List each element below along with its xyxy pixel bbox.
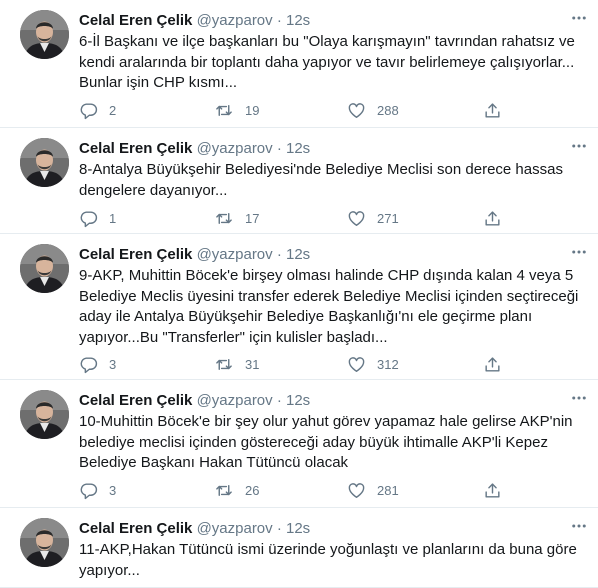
share-icon (483, 355, 502, 374)
avatar[interactable] (20, 390, 69, 439)
author-handle[interactable]: @yazparov (197, 392, 273, 409)
timestamp[interactable]: 12s (286, 12, 310, 29)
tweet-text: 6-İl Başkanı ve ilçe başkanları bu "Olay… (79, 33, 575, 91)
tweet-header: Celal Eren Çelik @yazparov · 12s (79, 11, 310, 30)
tweet[interactable]: Celal Eren Çelik @yazparov · 12s 10-Muhi… (0, 380, 598, 508)
reply-button[interactable]: 1 (79, 208, 116, 228)
heart-icon (347, 101, 366, 120)
retweet-count: 26 (245, 482, 260, 498)
retweet-count: 31 (245, 356, 260, 372)
tweet-text: 9-AKP, Muhittin Böcek'e birşey olması ha… (79, 267, 579, 346)
reply-button[interactable]: 3 (79, 354, 116, 374)
tweet-text: 11-AKP,Hakan Tütüncü ismi üzerinde yoğun… (79, 541, 577, 579)
more-options-button[interactable] (570, 137, 588, 155)
tweet-actions: 3 31 312 (79, 354, 584, 374)
share-button[interactable] (483, 100, 502, 120)
heart-icon (347, 481, 366, 500)
tweet[interactable]: Celal Eren Çelik @yazparov · 12s 8-Antal… (0, 128, 598, 234)
separator-dot: · (276, 520, 282, 537)
reply-button[interactable]: 3 (79, 480, 116, 500)
author-handle[interactable]: @yazparov (197, 140, 273, 157)
share-button[interactable] (483, 354, 502, 374)
more-options-button[interactable] (570, 243, 588, 261)
tweet-text: 10-Muhittin Böcek'e bir şey olur yahut g… (79, 413, 573, 471)
like-count: 312 (377, 356, 399, 372)
like-button[interactable]: 271 (347, 208, 399, 228)
like-count: 288 (377, 102, 399, 118)
more-horizontal-icon (570, 522, 588, 539)
author-handle[interactable]: @yazparov (197, 520, 273, 537)
more-options-button[interactable] (570, 389, 588, 407)
avatar[interactable] (20, 518, 69, 567)
reply-icon (79, 481, 98, 500)
like-button[interactable]: 288 (347, 100, 399, 120)
tweet[interactable]: Celal Eren Çelik @yazparov · 12s 11-AKP,… (0, 508, 598, 588)
retweet-count: 19 (245, 102, 260, 118)
share-icon (483, 101, 502, 120)
separator-dot: · (276, 12, 282, 29)
author-name[interactable]: Celal Eren Çelik (79, 140, 192, 157)
heart-icon (347, 355, 366, 374)
avatar[interactable] (20, 10, 69, 59)
more-horizontal-icon (570, 394, 588, 411)
reply-count: 2 (109, 102, 117, 118)
reply-count: 3 (109, 356, 117, 372)
more-horizontal-icon (570, 14, 588, 31)
tweet-actions: 2 19 288 (79, 100, 584, 120)
author-name[interactable]: Celal Eren Çelik (79, 392, 192, 409)
tweet-actions: 3 26 281 (79, 480, 584, 500)
tweet[interactable]: Celal Eren Çelik @yazparov · 12s 6-İl Ba… (0, 0, 598, 128)
retweet-icon (214, 209, 234, 228)
share-button[interactable] (483, 208, 502, 228)
like-button[interactable]: 312 (347, 354, 399, 374)
tweet[interactable]: Celal Eren Çelik @yazparov · 12s 9-AKP, … (0, 234, 598, 380)
reply-count: 3 (109, 482, 117, 498)
like-count: 281 (377, 482, 399, 498)
retweet-button[interactable]: 31 (214, 354, 259, 374)
retweet-icon (214, 355, 234, 374)
heart-icon (347, 209, 366, 228)
retweet-button[interactable]: 26 (214, 480, 259, 500)
author-handle[interactable]: @yazparov (197, 12, 273, 29)
share-icon (483, 209, 502, 228)
separator-dot: · (276, 140, 282, 157)
reply-icon (79, 209, 98, 228)
tweet-header: Celal Eren Çelik @yazparov · 12s (79, 139, 310, 158)
timestamp[interactable]: 12s (286, 520, 310, 537)
reply-icon (79, 101, 98, 120)
tweet-header: Celal Eren Çelik @yazparov · 12s (79, 391, 310, 410)
retweet-icon (214, 101, 234, 120)
author-name[interactable]: Celal Eren Çelik (79, 12, 192, 29)
share-icon (483, 481, 502, 500)
separator-dot: · (276, 392, 282, 409)
tweet-text: 8-Antalya Büyükşehir Belediyesi'nde Bele… (79, 161, 563, 199)
more-horizontal-icon (570, 248, 588, 265)
retweet-button[interactable]: 19 (214, 100, 259, 120)
share-button[interactable] (483, 480, 502, 500)
author-handle[interactable]: @yazparov (197, 246, 273, 263)
retweet-button[interactable]: 17 (214, 208, 259, 228)
timestamp[interactable]: 12s (286, 392, 310, 409)
tweet-header: Celal Eren Çelik @yazparov · 12s (79, 245, 310, 264)
timeline: Celal Eren Çelik @yazparov · 12s 6-İl Ba… (0, 0, 598, 588)
reply-count: 1 (109, 210, 117, 226)
like-button[interactable]: 281 (347, 480, 399, 500)
timestamp[interactable]: 12s (286, 140, 310, 157)
like-count: 271 (377, 210, 399, 226)
avatar[interactable] (20, 244, 69, 293)
author-name[interactable]: Celal Eren Çelik (79, 520, 192, 537)
separator-dot: · (276, 246, 282, 263)
tweet-header: Celal Eren Çelik @yazparov · 12s (79, 519, 310, 538)
author-name[interactable]: Celal Eren Çelik (79, 246, 192, 263)
retweet-icon (214, 481, 234, 500)
timestamp[interactable]: 12s (286, 246, 310, 263)
more-horizontal-icon (570, 142, 588, 159)
retweet-count: 17 (245, 210, 260, 226)
tweet-actions: 1 17 271 (79, 208, 584, 228)
reply-icon (79, 355, 98, 374)
reply-button[interactable]: 2 (79, 100, 116, 120)
more-options-button[interactable] (570, 9, 588, 27)
more-options-button[interactable] (570, 517, 588, 535)
avatar[interactable] (20, 138, 69, 187)
